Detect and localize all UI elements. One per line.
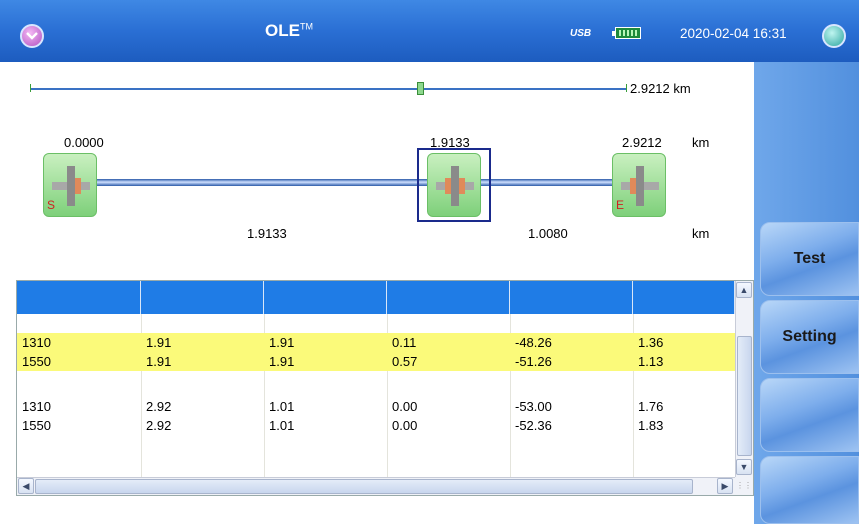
horizontal-scroll-thumb[interactable] [35,479,693,494]
header-cell [633,281,735,314]
section-length-1: 1.9133 [247,226,287,241]
table-cell: 1310 [22,335,51,350]
total-length: 2.9212 km [630,81,691,96]
table-row[interactable]: 1550 2.92 1.01 0.00 -52.36 1.83 [17,416,735,435]
scroll-up-icon[interactable]: ▲ [736,282,752,298]
side-button-4[interactable] [760,456,859,524]
link-map-panel: 2.9212 km 0.0000 1.9133 2.9212 km S E 1.… [16,64,754,271]
table-row[interactable]: 1550 1.91 1.91 0.57 -51.26 1.13 [17,352,735,371]
positions-unit: km [692,135,710,150]
section-length-2: 1.0080 [528,226,568,241]
menu-button[interactable] [20,24,44,48]
event-selection-box [417,148,491,222]
start-tag: S [47,198,56,212]
table-cell: 2.92 [146,418,172,433]
horizontal-scrollbar[interactable]: ◀ ▶ [17,477,735,495]
end-node[interactable]: E [612,153,666,217]
sections-unit: km [692,226,710,241]
fiber-line [84,179,646,186]
scroll-right-icon[interactable]: ▶ [717,478,733,494]
table-cell: 1.91 [269,335,295,350]
app-title-tm: TM [299,21,313,32]
end-tag: E [616,198,625,212]
header-cell [387,281,510,314]
table-cell: 1550 [22,418,51,433]
app-title-text: OLE [265,21,300,40]
table-row[interactable] [17,374,735,393]
table-cell: 0.57 [392,354,418,369]
battery-icon [612,27,641,39]
position-start: 0.0000 [64,135,104,150]
side-button-3[interactable] [760,378,859,452]
table-cell: 2.92 [146,399,172,414]
vertical-scroll-thumb[interactable] [737,336,752,456]
vertical-scrollbar[interactable]: ▲ ▼ [735,281,753,477]
resize-grip-icon[interactable]: ⋮⋮ [735,477,753,495]
app-title: OLETM [265,21,313,41]
ruler-cursor[interactable] [417,82,424,95]
position-end: 2.9212 [622,135,662,150]
setting-button[interactable]: Setting [760,300,859,374]
results-table: 1310 1.91 1.91 0.11 -48.26 1.36 1550 1.91 1.91 0.… [16,280,754,496]
test-button[interactable]: Test [760,222,859,296]
table-cell: 0.00 [392,399,418,414]
header-cell [17,281,141,314]
table-cell: -51.26 [515,354,552,369]
header-cell [141,281,264,314]
ruler-end-tick [626,84,627,92]
table-cell: 1310 [22,399,51,414]
table-header [17,281,735,314]
distance-ruler [30,88,626,90]
table-cell: 1.36 [638,335,664,350]
table-cell: 1.01 [269,418,295,433]
table-cell: 0.11 [392,335,417,350]
table-cell: 1.76 [638,399,664,414]
table-cell: 1.91 [146,354,172,369]
app-icon[interactable] [822,24,846,48]
table-row[interactable]: 1310 1.91 1.91 0.11 -48.26 1.36 [17,333,735,352]
chevron-down-icon [26,32,38,40]
table-cell: 0.00 [392,418,418,433]
ruler-start-tick [30,84,31,92]
scroll-left-icon[interactable]: ◀ [18,478,34,494]
table-cell: 1.13 [638,354,664,369]
scroll-down-icon[interactable]: ▼ [736,459,752,475]
header-cell [510,281,633,314]
start-node[interactable]: S [43,153,97,217]
table-cell: 1550 [22,354,51,369]
table-cell: 1.83 [638,418,664,433]
table-row[interactable]: 1310 2.92 1.01 0.00 -53.00 1.76 [17,397,735,416]
usb-label: USB [570,28,592,39]
table-cell: 1.01 [269,399,295,414]
table-cell: -48.26 [515,335,552,350]
table-cell: -53.00 [515,399,552,414]
usb-icon: USB [570,28,591,39]
table-cell: -52.36 [515,418,552,433]
header-cell [264,281,387,314]
datetime: 2020-02-04 16:31 [680,26,787,41]
table-cell: 1.91 [146,335,172,350]
table-cell: 1.91 [269,354,295,369]
